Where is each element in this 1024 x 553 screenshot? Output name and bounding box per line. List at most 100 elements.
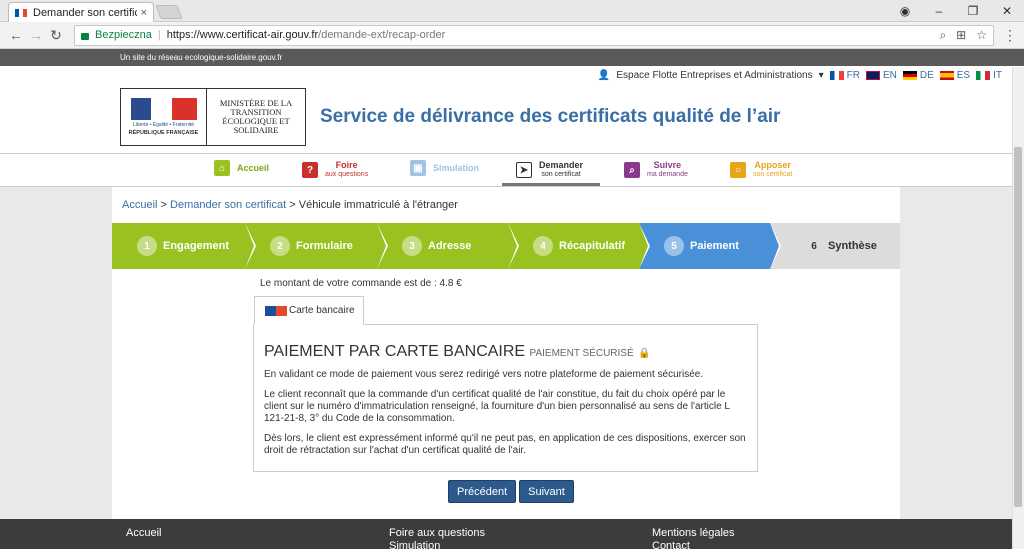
nav-apposer-sub: son certificat [753, 171, 793, 178]
nav-simulation[interactable]: ▣ Simulation [410, 160, 479, 176]
forward-icon[interactable]: → [26, 27, 46, 43]
step-number: 4 [533, 236, 553, 256]
order-amount: Le montant de votre commande est de : 4.… [260, 278, 462, 289]
tab-carte-bancaire[interactable]: Carte bancaire [254, 296, 364, 325]
footer-col-2: Foire aux questions Simulation [389, 527, 485, 553]
restore-icon[interactable]: ❐ [956, 4, 990, 18]
language-bar: 👤 Espace Flotte Entreprises et Administr… [598, 70, 1002, 81]
new-tab-button[interactable] [155, 5, 183, 19]
nav-active-indicator [502, 183, 600, 186]
send-icon: ➤ [516, 162, 532, 178]
favicon-icon [15, 8, 27, 17]
translate-icon[interactable]: ⊞ [956, 28, 966, 43]
credit-card-icon [265, 305, 287, 316]
tab-title: Demander son certificat [33, 6, 137, 19]
payment-panel: PAIEMENT PAR CARTE BANCAIRE Paiement séc… [253, 324, 758, 472]
step-paiement: 5 Paiement [639, 223, 781, 269]
page-scrollbar[interactable] [1012, 67, 1024, 549]
profile-icon[interactable]: ◉ [888, 4, 922, 18]
url-field[interactable]: Bezpieczna | https://www.certificat-air.… [74, 24, 994, 46]
step-arrow [770, 223, 779, 269]
nav-demander-sub: son certificat [541, 171, 581, 178]
footer-link-simulation[interactable]: Simulation [389, 540, 485, 553]
nav-apposer-label: Apposer son certificat [753, 160, 792, 180]
nav-apposer-title: Apposer [754, 160, 791, 170]
nav-demander[interactable]: ➤ Demander son certificat [516, 160, 583, 180]
home-icon: ⌂ [214, 160, 230, 176]
nav-apposer[interactable]: ○ Apposer son certificat [730, 160, 792, 180]
step-adresse: 3 Adresse [377, 223, 519, 269]
step-synthese: 6 Synthèse [770, 223, 900, 269]
lang-de[interactable]: DE [902, 70, 934, 81]
flag-de-icon [902, 71, 917, 80]
logo-rf: RÉPUBLIQUE FRANÇAISE [128, 130, 199, 136]
browser-tabbar: Demander son certificat × ◉ – ❐ ✕ [0, 0, 1024, 22]
browser-tab[interactable]: Demander son certificat × [8, 2, 154, 22]
step-arrow [639, 223, 648, 269]
window-controls: ◉ – ❐ ✕ [888, 0, 1024, 22]
zoom-icon[interactable]: ⌕ [939, 28, 946, 43]
breadcrumb-home[interactable]: Accueil [122, 199, 157, 211]
nav-suivre-title: Suivre [653, 160, 682, 170]
caret-down-icon: ▾ [818, 70, 824, 81]
browser-menu-icon[interactable]: ⋮ [1002, 27, 1018, 44]
next-button[interactable]: Suivant [519, 480, 574, 503]
espace-flotte-link[interactable]: Espace Flotte Entreprises et Administrat… [616, 70, 812, 81]
nav-simulation-label: Simulation [433, 163, 480, 173]
sticker-icon: ○ [730, 162, 746, 178]
flag-es-icon [939, 71, 954, 80]
user-icon: 👤 [597, 70, 611, 81]
site-title: Service de délivrance des certificats qu… [320, 106, 781, 127]
network-strip: Un site du réseau ecologique-solidaire.g… [0, 49, 1024, 66]
breadcrumb: Accueil > Demander son certificat > Véhi… [122, 199, 458, 211]
lang-en[interactable]: EN [865, 70, 897, 81]
logo-ministry-name: MINISTÈRE DE LA TRANSITION ÉCOLOGIQUE ET… [219, 98, 293, 135]
step-label: Formulaire [296, 240, 353, 252]
lang-es[interactable]: ES [939, 70, 970, 81]
step-formulaire: 2 Formulaire [245, 223, 388, 269]
lang-fr-label: FR [846, 70, 860, 81]
step-label: Engagement [163, 240, 230, 252]
breadcrumb-request[interactable]: Demander son certificat [170, 199, 286, 211]
nav-accueil[interactable]: ⌂ Accueil [214, 160, 269, 176]
padlock-icon: 🔒 [638, 348, 651, 359]
step-number: 1 [137, 236, 157, 256]
footer-col-3: Mentions légales Contact [652, 527, 735, 553]
lang-fr[interactable]: FR [829, 70, 860, 81]
step-number: 2 [270, 236, 290, 256]
lock-icon [81, 32, 89, 40]
footer-link-mentions[interactable]: Mentions légales [652, 527, 735, 540]
previous-button[interactable]: Précédent [448, 480, 517, 503]
back-icon[interactable]: ← [6, 27, 26, 43]
question-icon: ? [302, 162, 318, 178]
close-window-icon[interactable]: ✕ [990, 4, 1024, 18]
payment-paragraph-1: En validant ce mode de paiement vous ser… [264, 369, 704, 380]
lang-it[interactable]: IT [976, 70, 1002, 81]
payment-title-text: PAIEMENT PAR CARTE BANCAIRE [264, 343, 526, 360]
nav-faq[interactable]: ? Foire aux questions [302, 160, 368, 180]
search-icon: ⌕ [624, 162, 640, 178]
step-label: Paiement [690, 240, 739, 252]
reload-icon[interactable]: ↻ [46, 27, 66, 44]
bookmark-star-icon[interactable]: ☆ [976, 28, 987, 43]
step-number: 3 [402, 236, 422, 256]
url-path: /demande-ext/recap-order [318, 29, 446, 41]
step-recapitulatif: 4 Récapitulatif [508, 223, 650, 269]
flag-fr-icon [829, 71, 844, 80]
nav-suivre[interactable]: ⌕ Suivre ma demande [624, 160, 688, 180]
scrollbar-thumb[interactable] [1014, 147, 1022, 507]
close-tab-icon[interactable]: × [141, 7, 147, 19]
lang-de-label: DE [919, 70, 934, 81]
step-label: Adresse [428, 240, 472, 252]
ministry-logo[interactable]: Liberté • Égalité • Fraternité RÉPUBLIQU… [120, 88, 306, 146]
minimize-icon[interactable]: – [922, 4, 956, 18]
breadcrumb-current: Véhicule immatriculé à l'étranger [298, 199, 458, 211]
step-arrow [377, 223, 386, 269]
footer-link-contact[interactable]: Contact [652, 540, 735, 553]
footer-link-accueil[interactable]: Accueil [126, 527, 161, 540]
main-content: Accueil > Demander son certificat > Véhi… [112, 187, 900, 519]
footer-link-faq[interactable]: Foire aux questions [389, 527, 485, 540]
form-buttons: Précédent Suivant [448, 480, 574, 503]
omnibox-icons: ⌕ ⊞ ☆ [939, 28, 987, 43]
flag-it-icon [976, 71, 991, 80]
